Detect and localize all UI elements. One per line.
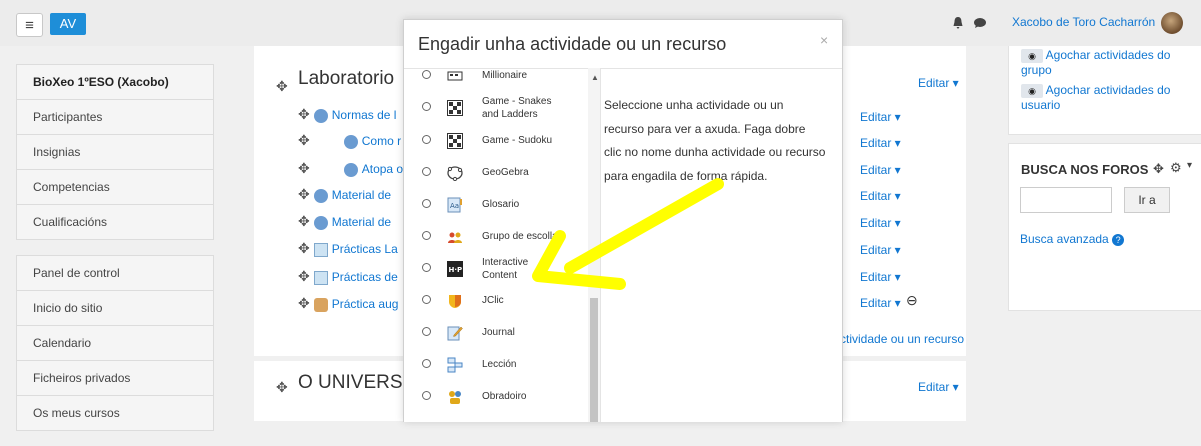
h5p-icon: H·P	[447, 261, 463, 277]
option-label: Millionaire	[482, 70, 528, 81]
option-label: Glosario	[482, 199, 520, 210]
game-board-icon	[447, 133, 463, 149]
radio-button[interactable]	[422, 167, 431, 176]
list-item[interactable]: Journal	[404, 317, 588, 349]
radio-button[interactable]	[422, 359, 431, 368]
radio-button[interactable]	[422, 295, 431, 304]
close-icon[interactable]: ×	[820, 32, 828, 48]
option-label: Game - Snakes and Ladders	[482, 96, 552, 120]
option-label: Obradoiro	[482, 391, 527, 402]
chevron-up-icon[interactable]: ▲	[591, 73, 599, 82]
option-label: Journal	[482, 327, 515, 338]
dialog-title: Engadir unha actividade ou un recurso	[418, 34, 727, 54]
jclic-icon	[449, 295, 461, 308]
glossary-icon: Aa	[447, 197, 462, 213]
radio-button[interactable]	[422, 231, 431, 240]
geogebra-icon	[447, 166, 463, 181]
list-item[interactable]: Lección	[404, 349, 588, 381]
option-label: JClic	[482, 295, 504, 306]
option-label: Game - Sudoku	[482, 135, 553, 146]
radio-button[interactable]	[422, 70, 431, 79]
help-text: Seleccione unha actividade ou un recurso…	[604, 98, 826, 183]
svg-text:Aa: Aa	[450, 202, 459, 210]
scrollbar-thumb[interactable]	[590, 298, 598, 422]
svg-text:H·P: H·P	[449, 266, 463, 274]
list-item[interactable]: Game - Snakes and Ladders	[404, 92, 588, 124]
radio-button[interactable]	[422, 391, 431, 400]
list-item[interactable]: Millionaire	[404, 68, 588, 92]
annotation-arrow	[532, 178, 724, 290]
journal-icon	[447, 326, 463, 341]
option-label: Lección	[482, 359, 517, 370]
workshop-icon	[449, 391, 461, 404]
radio-button[interactable]	[422, 135, 431, 144]
group-icon	[448, 232, 462, 243]
dialog-header: Engadir unha actividade ou un recurso ×	[404, 20, 842, 69]
millionaire-icon	[447, 71, 463, 81]
radio-button[interactable]	[422, 102, 431, 111]
radio-button[interactable]	[422, 263, 431, 272]
option-label: GeoGebra	[482, 167, 529, 178]
list-item[interactable]: Game - Sudoku	[404, 125, 588, 157]
game-board-icon	[447, 100, 463, 116]
list-item[interactable]: Obradoiro	[404, 381, 588, 413]
lesson-icon	[447, 357, 463, 373]
radio-button[interactable]	[422, 199, 431, 208]
radio-button[interactable]	[422, 327, 431, 336]
